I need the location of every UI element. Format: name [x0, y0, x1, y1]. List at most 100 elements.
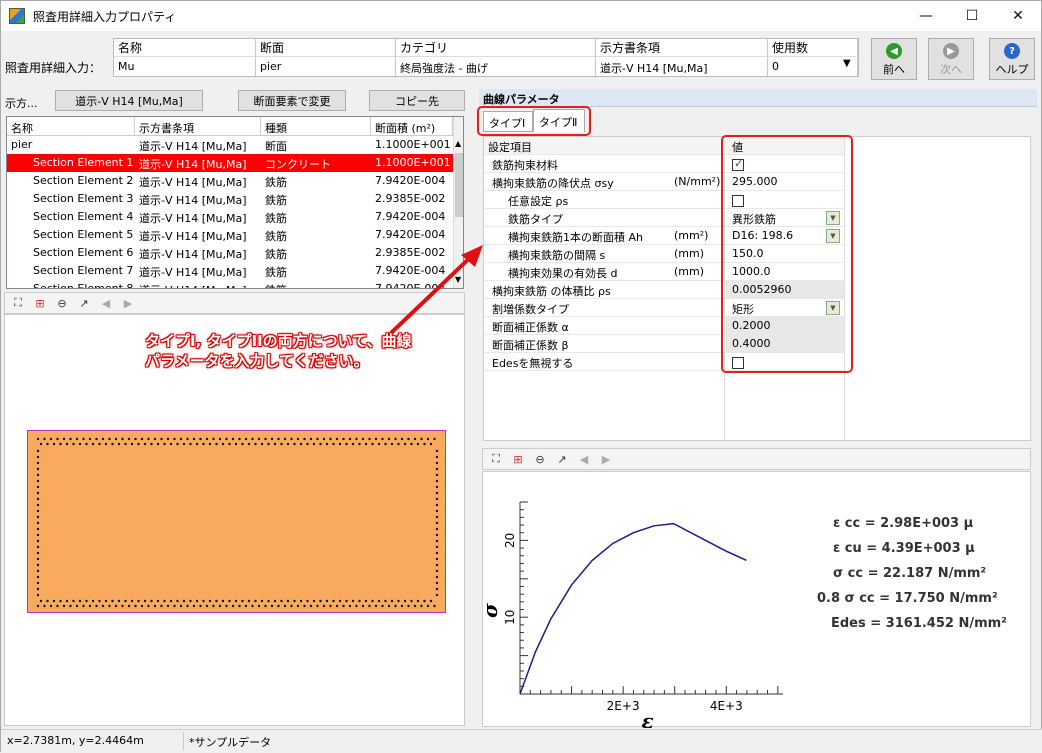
val-section[interactable]: pier [256, 56, 396, 76]
stress-strain-curve [519, 522, 747, 695]
zoom-window-icon[interactable]: ⊞ [509, 450, 527, 468]
rebar-dot [69, 437, 72, 441]
row-spec: 道示-V H14 [Mu,Ma] [139, 230, 247, 243]
list-item[interactable]: Section Element 1 道示-V H14 [Mu,Ma] コンクリート 1… [7, 154, 453, 172]
rebar-dot [426, 437, 430, 441]
rebar-dot [286, 442, 290, 446]
rebar-dot [56, 437, 59, 441]
rebar-dot [293, 442, 296, 446]
copy-to-button[interactable]: コピー先 [369, 90, 465, 111]
rebar-dot [435, 449, 439, 453]
col-category: カテゴリ [396, 39, 596, 56]
rebar-dot [95, 437, 98, 441]
zoom-out-icon[interactable]: ⊖ [53, 294, 71, 312]
rebar-dot [36, 485, 40, 489]
list-item[interactable]: pier 道示-V H14 [Mu,Ma] 断面 1.1000E+001 [7, 136, 453, 154]
tab-highlight [477, 106, 591, 136]
rebar-dot [137, 442, 140, 446]
rebar-dot [39, 599, 43, 603]
list-item[interactable]: Section Element 2 道示-V H14 [Mu,Ma] 鉄筋 7.942… [7, 172, 453, 190]
undo-view-icon[interactable]: ◀ [575, 450, 593, 468]
rebar-dot [435, 503, 439, 507]
legend-entry: ε cc = 2.98E+003 μ [833, 516, 974, 531]
rebar-dot [150, 599, 153, 603]
curve-view[interactable]: 2E+3 4E+3 10 20 ε σ ε cc = 2.98E+003 μ ε cu = … [482, 471, 1031, 728]
rebar-dot [241, 442, 244, 446]
rebar-dot [36, 587, 40, 591]
rebar-dot [36, 545, 40, 549]
help-button[interactable]: ? ヘルプ [989, 38, 1035, 80]
list-header-area[interactable]: 断面積 (m²) [371, 117, 453, 136]
rebar-dot [355, 604, 358, 608]
rebar-dot [351, 442, 355, 446]
prev-button[interactable]: ◀ 前へ [871, 38, 917, 80]
rebar-dot [143, 599, 147, 603]
close-button[interactable]: ✕ [995, 1, 1041, 31]
rebar-dot [435, 527, 439, 531]
section-shape [27, 430, 446, 613]
rebar-dot [36, 437, 40, 441]
zoom-out-icon[interactable]: ⊖ [531, 450, 549, 468]
rebar-dot [345, 599, 348, 603]
row-name: pier [11, 138, 33, 151]
scroll-thumb[interactable] [455, 153, 463, 217]
rebar-dot [348, 437, 352, 441]
rebar-dot [332, 442, 335, 446]
rebar-dot [283, 604, 287, 608]
rebar-dot [335, 604, 339, 608]
row-spec: 道示-V H14 [Mu,Ma] [139, 212, 247, 225]
list-item[interactable]: Section Element 4 道示-V H14 [Mu,Ma] 鉄筋 7.942… [7, 208, 453, 226]
val-category[interactable]: 終局強度法 - 曲げ [396, 56, 596, 76]
rebar-dot [225, 604, 228, 608]
spec-button[interactable]: 道示-V H14 [Mu,Ma] [55, 90, 203, 111]
undo-view-icon[interactable]: ◀ [97, 294, 115, 312]
fit-icon[interactable]: ⛶ [487, 450, 505, 468]
annotation-line-1: タイプI, タイプIIの両方について、曲線 [145, 332, 412, 350]
rebar-dot [36, 593, 40, 597]
rebar-dot [98, 442, 101, 446]
rebar-dot [36, 557, 40, 561]
scroll-up-icon[interactable]: ▲ [455, 139, 461, 148]
pan-icon[interactable]: ↗ [75, 294, 93, 312]
list-header-name[interactable]: 名称 [7, 117, 135, 136]
redo-view-icon[interactable]: ▶ [119, 294, 137, 312]
next-button[interactable]: ▶ 次へ [928, 38, 974, 80]
prop-name: 横拘束鉄筋の間隔 s [508, 249, 606, 262]
zoom-window-icon[interactable]: ⊞ [31, 294, 49, 312]
list-header-spec[interactable]: 示方書条項 [135, 117, 261, 136]
list-item[interactable]: Section Element 3 道示-V H14 [Mu,Ma] 鉄筋 2.938… [7, 190, 453, 208]
row-area: 7.9420E-004 [375, 174, 446, 187]
rebar-dot [36, 533, 40, 537]
rebar-dot [377, 442, 381, 446]
rebar-dot [299, 599, 303, 603]
title-bar: 照査用詳細入力プロパティ — ☐ ✕ [1, 1, 1041, 31]
rebar-dot [238, 437, 241, 441]
row-name: Section Element 6 [33, 246, 134, 259]
rebar-dot [160, 437, 163, 441]
rebar-dot [234, 442, 238, 446]
rebar-dot [182, 442, 186, 446]
chevron-down-icon[interactable]: ▼ [843, 58, 851, 69]
rebar-dot [238, 604, 241, 608]
fit-icon[interactable]: ⛶ [9, 294, 27, 312]
change-by-element-button[interactable]: 断面要素で変更 [238, 90, 346, 111]
val-spec[interactable]: 道示-V H14 [Mu,Ma] [596, 56, 768, 76]
rebar-dot [114, 604, 118, 608]
rebar-dot [247, 599, 251, 603]
prop-name: 任意設定 ρs [508, 195, 569, 208]
help-label: ヘルプ [995, 63, 1029, 76]
minimize-button[interactable]: — [903, 1, 949, 31]
rebar-dot [435, 479, 439, 483]
val-name[interactable]: Mu [114, 56, 256, 76]
maximize-button[interactable]: ☐ [949, 1, 995, 31]
list-header-kind[interactable]: 種類 [261, 117, 371, 136]
status-data-name: *サンプルデータ [189, 736, 272, 749]
rebar-dot [189, 442, 192, 446]
rebar-dot [316, 437, 319, 441]
status-bar: x=2.7381m, y=2.4464m *サンプルデータ [1, 729, 1042, 753]
section-view[interactable] [4, 314, 465, 726]
x-tick-label: 4E+3 [710, 699, 743, 713]
pan-icon[interactable]: ↗ [553, 450, 571, 468]
redo-view-icon[interactable]: ▶ [597, 450, 615, 468]
rebar-dot [108, 437, 111, 441]
